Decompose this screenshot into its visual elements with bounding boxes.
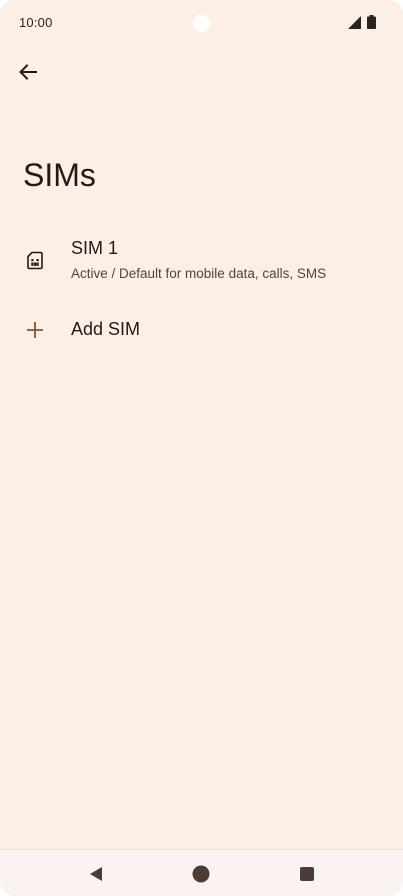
sim-1-title: SIM 1 <box>71 238 119 258</box>
nav-home-button[interactable] <box>189 862 213 886</box>
nav-back-icon <box>90 867 102 881</box>
navigation-bar <box>0 849 403 896</box>
status-time: 10:00 <box>19 15 53 30</box>
settings-screen: 10:00 SIMs SIM 1 Active / Default for mo… <box>0 0 403 896</box>
nav-back-button[interactable] <box>84 862 108 886</box>
back-button[interactable] <box>10 54 46 90</box>
add-sim-label: Add SIM <box>71 319 141 339</box>
camera-cutout <box>193 15 210 32</box>
list-item-sim-1[interactable]: SIM 1 Active / Default for mobile data, … <box>0 226 403 296</box>
nav-home-icon <box>192 865 210 883</box>
page-title: SIMs <box>23 157 96 193</box>
nav-recents-button[interactable] <box>295 862 319 886</box>
sim-card-icon <box>27 251 43 270</box>
arrow-back-icon <box>19 64 37 80</box>
add-sim-button[interactable]: Add SIM <box>0 306 403 354</box>
nav-recents-icon <box>300 867 314 881</box>
battery-icon <box>367 15 376 29</box>
status-bar: 10:00 <box>0 0 403 46</box>
sim-1-status: Active / Default for mobile data, calls,… <box>71 266 327 281</box>
plus-icon <box>27 322 43 338</box>
signal-icon <box>348 16 361 29</box>
